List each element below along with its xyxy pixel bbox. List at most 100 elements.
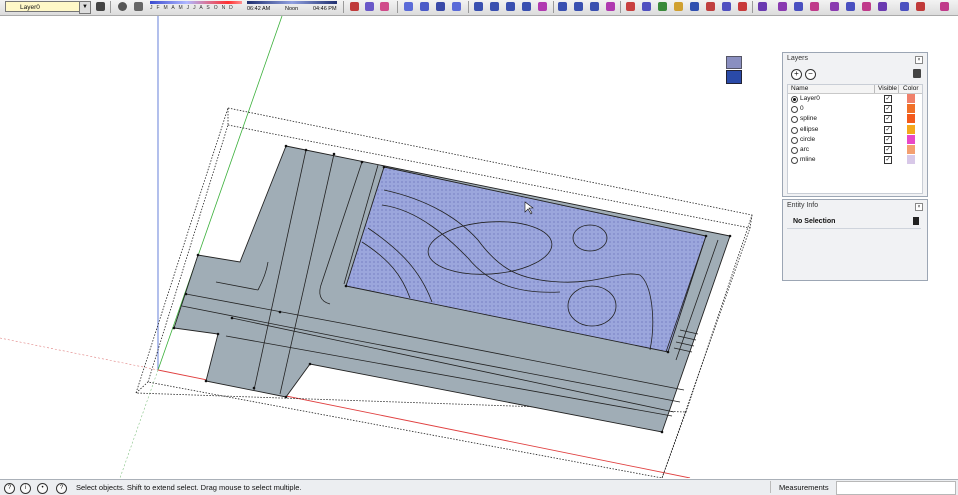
delete-layer-icon[interactable]: − [805,69,816,80]
measurements-label: Measurements [770,481,843,493]
layer-color-swatch[interactable] [907,94,915,103]
layer-name[interactable]: mline [800,156,816,163]
layer-name[interactable]: ellipse [800,126,818,133]
palette-tool-icon[interactable] [726,70,742,84]
layer-name[interactable]: arc [800,146,809,153]
active-layer-radio[interactable] [791,146,798,154]
section-plane-icon[interactable] [350,2,359,11]
layer-color-swatch[interactable] [907,155,915,165]
col-color-header[interactable]: Color [898,85,919,93]
scale-icon[interactable] [658,2,667,11]
layer-visible-checkbox[interactable]: ✓ [884,156,892,165]
geo-location-icon[interactable]: ? [4,483,15,494]
next-view-icon[interactable] [862,2,871,11]
section-cut-icon[interactable] [380,2,389,11]
previous-view-icon[interactable] [846,2,855,11]
layer-dropdown-value: Layer0 [20,4,40,11]
layer-row[interactable]: mline ✓ [788,155,922,165]
layer-row[interactable]: ellipse ✓ [788,124,922,135]
iso-view-icon[interactable] [474,2,483,11]
pan-icon[interactable] [778,2,787,11]
look-around-icon[interactable] [916,2,925,11]
layer-manager-icon[interactable] [96,2,105,11]
site-plan[interactable] [172,144,732,434]
layer-visible-checkbox[interactable]: ✓ [884,145,892,154]
section-display-icon[interactable] [365,2,374,11]
eraser-icon[interactable] [738,2,747,11]
position-camera-icon[interactable] [878,2,887,11]
layer-visible-checkbox[interactable]: ✓ [884,125,892,134]
layers-panel: Layers × + − Name Visible Color Layer0 ✓ 0… [782,52,928,197]
palette-close-icon[interactable] [726,56,742,69]
active-layer-radio[interactable] [791,106,798,114]
layer-color-swatch[interactable] [907,134,915,144]
layer-name[interactable]: spline [800,115,817,122]
shadow-toggle-icon[interactable] [118,2,127,11]
layer-row[interactable]: arc ✓ [788,144,922,155]
hidden-line-icon[interactable] [590,2,599,11]
move-icon[interactable] [626,2,635,11]
model-viewport[interactable]: Layers × + − Name Visible Color Layer0 ✓ 0… [0,15,958,479]
layer-visible-checkbox[interactable]: ✓ [884,115,892,124]
layer-name[interactable]: Layer0 [800,95,820,102]
walk-icon[interactable] [900,2,909,11]
push-pull-icon[interactable] [674,2,683,11]
rotate-icon[interactable] [642,2,651,11]
layer-row[interactable]: Layer0 ✓ [788,94,922,104]
fog-toggle-icon[interactable] [134,2,143,11]
red-axis-dashed [0,337,159,371]
zoom-extents-icon[interactable] [830,2,839,11]
paint-icon[interactable] [722,2,731,11]
wireframe-icon[interactable] [574,2,583,11]
follow-me-icon[interactable] [690,2,699,11]
dimension-icon[interactable] [420,2,429,11]
layer-name[interactable]: 0 [800,105,804,112]
instructor-icon[interactable]: ? [56,483,67,494]
xray-icon[interactable] [558,2,567,11]
layer-details-icon[interactable] [913,69,921,78]
protractor-icon[interactable] [436,2,445,11]
credits-icon[interactable]: i [20,483,31,494]
layer-color-swatch[interactable] [907,104,915,114]
layer-color-swatch[interactable] [907,114,915,124]
col-name-header[interactable]: Name [791,85,808,93]
axes-icon[interactable] [404,2,413,11]
right-view-icon[interactable] [522,2,531,11]
shaded-icon[interactable] [606,2,615,11]
entity-info-close-icon[interactable]: × [915,203,923,211]
layer-color-swatch[interactable] [907,124,915,134]
active-layer-radio[interactable] [791,136,798,144]
layer-dropdown[interactable]: Layer0 ▼ [5,1,91,14]
active-layer-radio[interactable] [791,157,798,165]
active-layer-radio[interactable] [791,96,798,103]
layers-panel-close-icon[interactable]: × [915,56,923,64]
layer-visible-checkbox[interactable]: ✓ [884,95,892,103]
layer-color-swatch[interactable] [907,144,915,154]
top-view-icon[interactable] [490,2,499,11]
zoom-window-icon[interactable] [810,2,819,11]
active-layer-radio[interactable] [791,116,798,124]
front-view-icon[interactable] [506,2,515,11]
text-icon[interactable] [452,2,461,11]
shadow-time-slider[interactable]: 06:42 AM Noon 04:46 PM [247,1,337,13]
layer-row[interactable]: circle ✓ [788,134,922,145]
add-layer-icon[interactable]: + [791,69,802,80]
active-layer-radio[interactable] [791,126,798,134]
entity-details-icon[interactable] [913,217,919,225]
chevron-down-icon[interactable]: ▼ [79,1,91,14]
layer-row[interactable]: 0 ✓ [788,104,922,114]
back-view-icon[interactable] [538,2,547,11]
layers-table-header: Name Visible Color [788,85,922,94]
zoom-icon[interactable] [794,2,803,11]
measurements-input[interactable] [836,481,956,495]
shadow-month-slider[interactable]: J F M A M J J A S O N D [150,1,242,13]
orbit-icon[interactable] [758,2,767,11]
user-icon[interactable]: • [37,483,48,494]
col-visible-header[interactable]: Visible [874,85,897,93]
offset-icon[interactable] [706,2,715,11]
layer-row[interactable]: spline ✓ [788,114,922,124]
layer-name[interactable]: circle [800,136,815,143]
more-tools-icon[interactable] [940,2,949,11]
layer-visible-checkbox[interactable]: ✓ [884,135,892,144]
layer-visible-checkbox[interactable]: ✓ [884,105,892,114]
